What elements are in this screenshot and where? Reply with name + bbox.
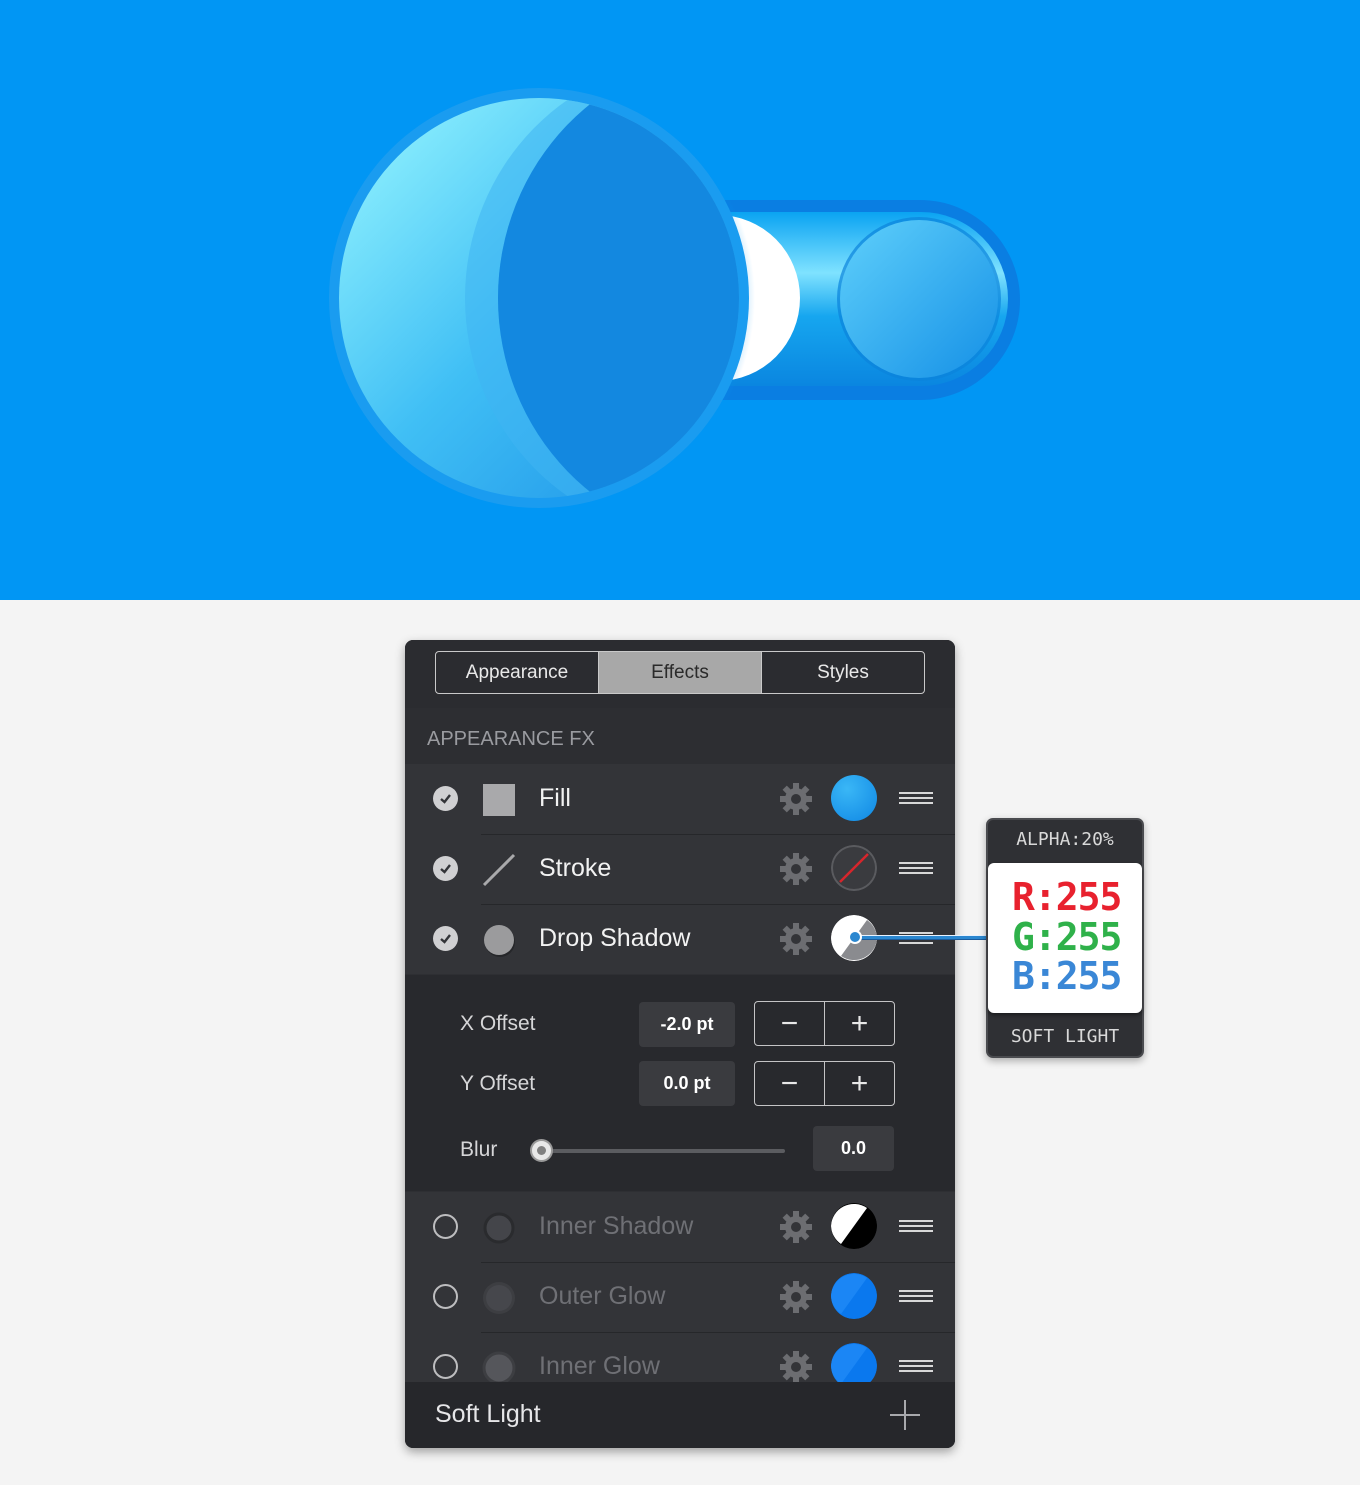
checkmark-checkbox[interactable] xyxy=(433,856,458,881)
toggle-switch-graphic xyxy=(323,82,1020,514)
inner-shadow-color-swatch[interactable] xyxy=(831,1203,877,1249)
add-effect-plus-icon[interactable] xyxy=(889,1399,921,1431)
stroke-color-swatch-none[interactable] xyxy=(831,845,877,891)
tooltip-blend-mode: SOFT LIGHT xyxy=(1010,1026,1120,1047)
gear-icon[interactable] xyxy=(779,782,813,816)
outer-glow-color-swatch[interactable] xyxy=(831,1273,877,1319)
color-info-tooltip: ALPHA:20% R:255 G:255 B:255 SOFT LIGHT xyxy=(986,818,1144,1058)
x-offset-stepper: − + xyxy=(754,1001,895,1046)
segmented-control: Appearance Effects Styles xyxy=(435,651,925,694)
y-offset-increment-button[interactable]: + xyxy=(824,1062,894,1105)
x-offset-label: X Offset xyxy=(460,1012,536,1035)
circle-glow-icon xyxy=(482,1351,516,1385)
panel-footer: Soft Light xyxy=(405,1382,955,1448)
effects-panel: Appearance Effects Styles APPEARANCE FX … xyxy=(405,640,955,1448)
blend-mode-select[interactable]: Soft Light xyxy=(435,1400,541,1429)
blur-label: Blur xyxy=(460,1138,498,1161)
alpha-value: ALPHA:20% xyxy=(1016,829,1114,850)
unchecked-checkbox[interactable] xyxy=(433,1354,458,1379)
gear-icon[interactable] xyxy=(779,852,813,886)
checkmark-icon xyxy=(440,794,451,804)
effect-row-outer-glow[interactable]: Outer Glow xyxy=(405,1262,955,1332)
blur-slider-thumb[interactable] xyxy=(530,1139,553,1162)
drag-handle-icon[interactable] xyxy=(899,1220,933,1234)
unchecked-checkbox[interactable] xyxy=(433,1284,458,1309)
effect-label: Inner Shadow xyxy=(539,1212,694,1240)
effect-label: Fill xyxy=(539,784,571,812)
y-offset-decrement-button[interactable]: − xyxy=(755,1062,824,1105)
green-value: G:255 xyxy=(1012,915,1122,959)
callout-anchor-dot xyxy=(848,930,862,944)
effect-label: Drop Shadow xyxy=(539,924,691,952)
y-offset-stepper: − + xyxy=(754,1061,895,1106)
unchecked-checkbox[interactable] xyxy=(433,1214,458,1239)
gear-icon[interactable] xyxy=(779,1210,813,1244)
effect-label: Outer Glow xyxy=(539,1282,666,1310)
gear-icon[interactable] xyxy=(779,1280,813,1314)
checkmark-icon xyxy=(440,934,451,944)
x-offset-increment-button[interactable]: + xyxy=(824,1002,894,1045)
x-offset-field[interactable]: -2.0 pt xyxy=(639,1002,735,1047)
effect-row-inner-shadow[interactable]: Inner Shadow xyxy=(405,1192,955,1262)
checkmark-checkbox[interactable] xyxy=(433,926,458,951)
effect-label: Stroke xyxy=(539,854,612,882)
red-value: R:255 xyxy=(1012,875,1122,919)
drag-handle-icon[interactable] xyxy=(899,792,933,806)
blur-slider-track[interactable] xyxy=(541,1149,785,1153)
drag-handle-icon[interactable] xyxy=(899,1290,933,1304)
rgb-card: R:255 G:255 B:255 xyxy=(988,863,1142,1013)
effect-label: Inner Glow xyxy=(539,1352,660,1380)
callout-connector xyxy=(855,935,987,940)
fill-color-swatch[interactable] xyxy=(831,775,877,821)
drag-handle-icon[interactable] xyxy=(899,862,933,876)
section-title: APPEARANCE FX xyxy=(405,708,955,764)
drop-shadow-options: X Offset -2.0 pt − + Y Offset 0.0 pt − +… xyxy=(405,975,955,1191)
x-offset-decrement-button[interactable]: − xyxy=(755,1002,824,1045)
tab-effects[interactable]: Effects xyxy=(598,652,761,693)
gear-icon[interactable] xyxy=(779,922,813,956)
blur-value-field[interactable]: 0.0 xyxy=(813,1126,894,1171)
panel-tab-bar: Appearance Effects Styles xyxy=(405,640,955,708)
gear-icon[interactable] xyxy=(779,1350,813,1384)
circle-shadow-icon xyxy=(484,925,515,957)
tab-appearance[interactable]: Appearance xyxy=(436,652,598,693)
checkmark-icon xyxy=(440,864,451,874)
effect-row-fill[interactable]: Fill xyxy=(405,764,955,834)
effect-row-stroke[interactable]: Stroke xyxy=(405,834,955,904)
circle-glow-icon xyxy=(483,1282,515,1314)
tab-styles[interactable]: Styles xyxy=(761,652,924,693)
stroke-line-icon xyxy=(482,853,516,887)
toggle-illustration xyxy=(0,0,1360,600)
square-fill-icon xyxy=(483,784,515,816)
y-offset-field[interactable]: 0.0 pt xyxy=(639,1061,735,1106)
blue-value: B:255 xyxy=(1012,954,1122,998)
circle-shadow-icon xyxy=(483,1212,515,1244)
checkmark-checkbox[interactable] xyxy=(433,786,458,811)
y-offset-label: Y Offset xyxy=(460,1072,536,1095)
drag-handle-icon[interactable] xyxy=(899,1360,933,1374)
